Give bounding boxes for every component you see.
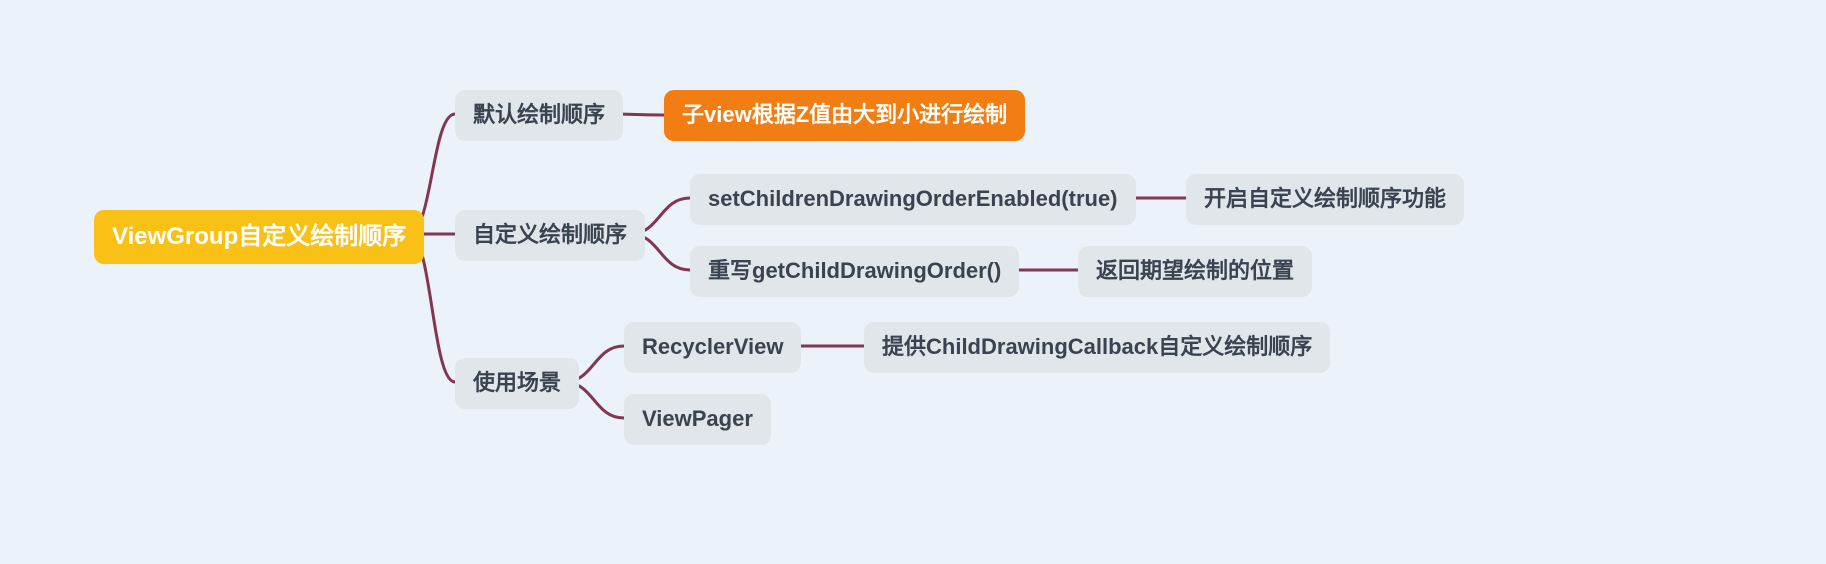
leaf-child-drawing-callback[interactable]: 提供ChildDrawingCallback自定义绘制顺序: [864, 322, 1330, 373]
branch-default-order[interactable]: 默认绘制顺序: [455, 90, 623, 141]
leaf-recyclerview[interactable]: RecyclerView: [624, 322, 801, 373]
leaf-return-expected-position[interactable]: 返回期望绘制的位置: [1078, 246, 1312, 297]
branch-custom-order[interactable]: 自定义绘制顺序: [455, 210, 645, 261]
leaf-enable-custom-order[interactable]: 开启自定义绘制顺序功能: [1186, 174, 1464, 225]
leaf-viewpager[interactable]: ViewPager: [624, 394, 771, 445]
leaf-set-children-drawing-order[interactable]: setChildrenDrawingOrderEnabled(true): [690, 174, 1136, 225]
leaf-default-order-desc[interactable]: 子view根据Z值由大到小进行绘制: [664, 90, 1025, 141]
branch-use-cases[interactable]: 使用场景: [455, 358, 579, 409]
leaf-override-get-child-drawing-order[interactable]: 重写getChildDrawingOrder(): [690, 246, 1019, 297]
mindmap-root[interactable]: ViewGroup自定义绘制顺序: [94, 210, 424, 264]
